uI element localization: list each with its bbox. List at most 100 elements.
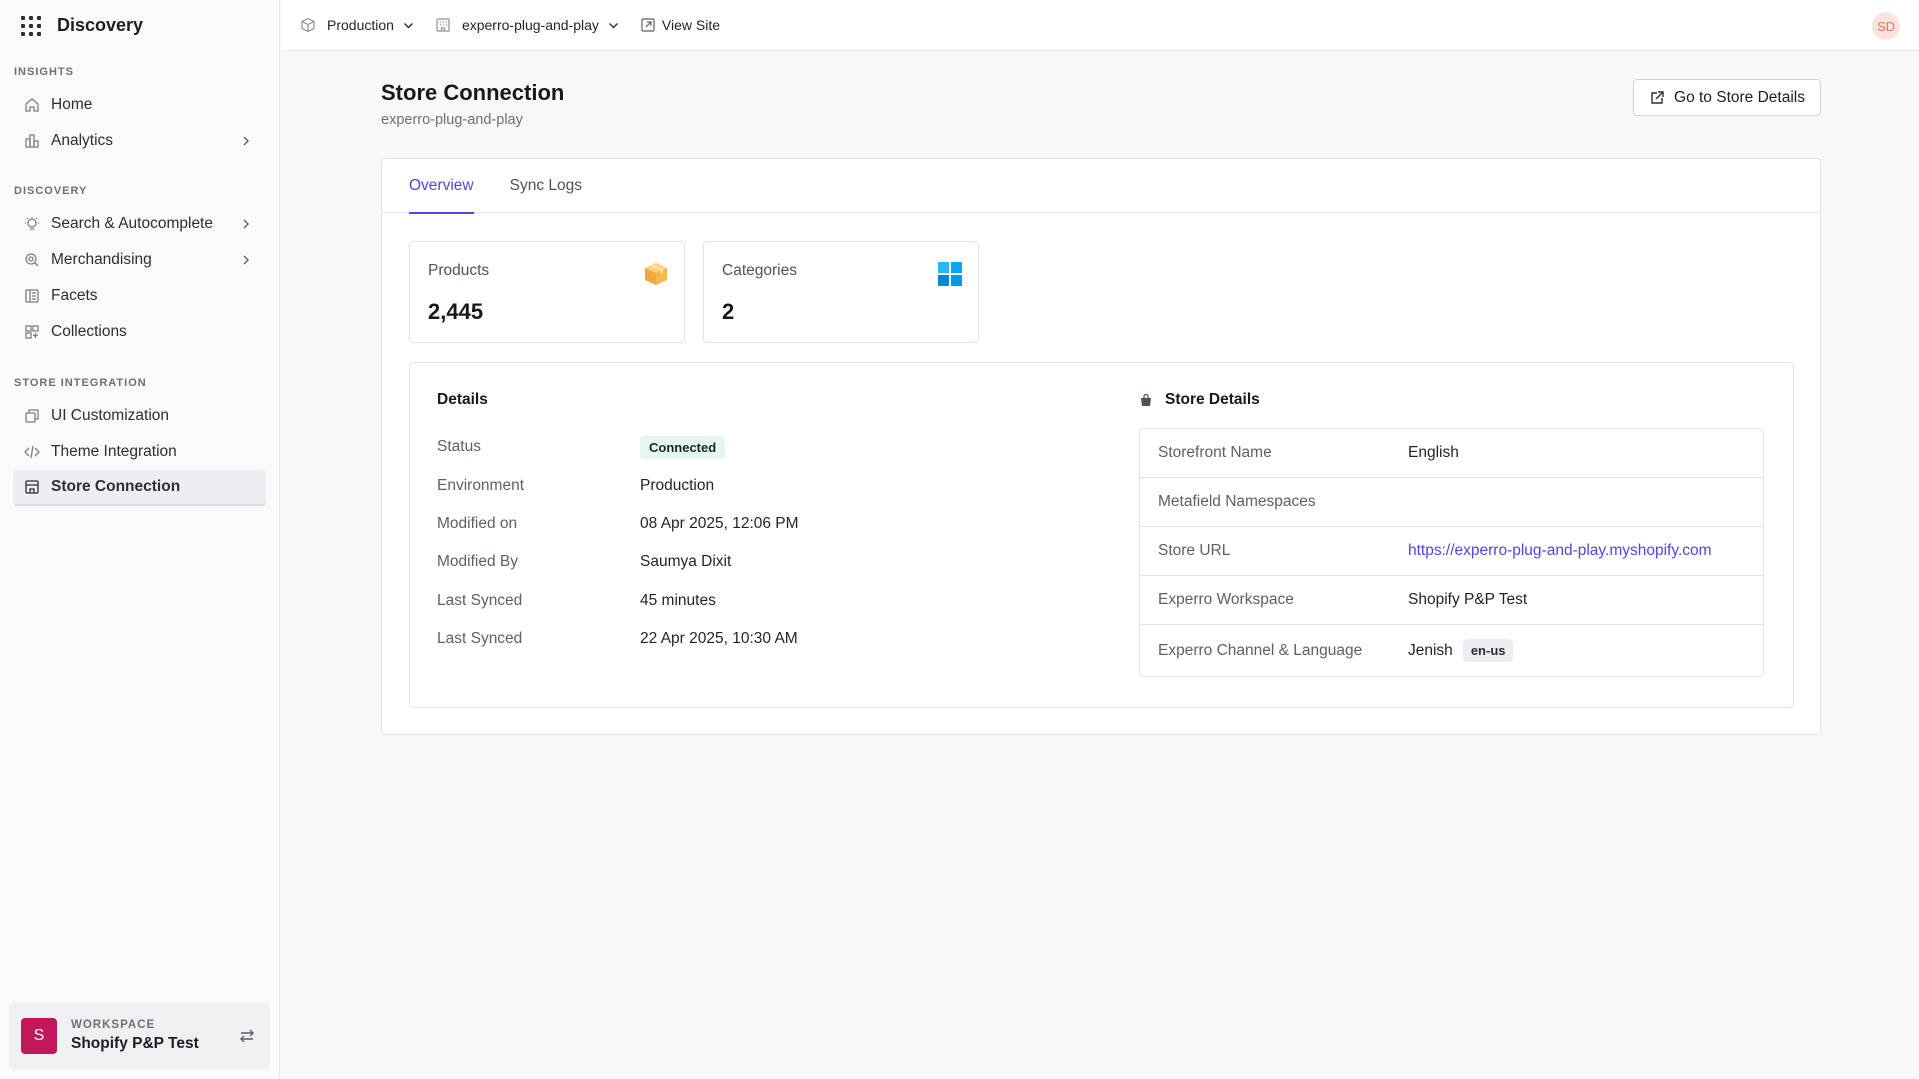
user-avatar[interactable]: SD — [1872, 12, 1900, 40]
detail-value: 08 Apr 2025, 12:06 PM — [640, 515, 799, 532]
home-icon — [24, 97, 40, 113]
store-detail-value: Jenish en-us — [1408, 639, 1514, 662]
sidebar-item-store-connection[interactable]: Store Connection — [13, 470, 266, 506]
chevron-down-icon — [607, 19, 620, 32]
view-site-link[interactable]: View Site — [640, 17, 720, 33]
stat-label: Products — [428, 262, 490, 279]
chevron-down-icon — [402, 19, 415, 32]
top-bar: Production experro-plug-and-play View Si… — [281, 0, 1919, 51]
app-title: Discovery — [57, 15, 144, 35]
customize-icon — [24, 408, 40, 424]
detail-value: 22 Apr 2025, 10:30 AM — [640, 630, 798, 647]
sidebar-item-label: Facets — [51, 287, 98, 304]
channel-name: Jenish — [1408, 641, 1453, 659]
sidebar-item-ui-customization[interactable]: UI Customization — [13, 398, 266, 434]
merch-icon — [24, 252, 40, 268]
detail-value: Production — [640, 477, 715, 494]
workspace-label: WORKSPACE — [71, 1019, 156, 1031]
box-icon — [642, 260, 670, 288]
status-badge: Connected — [640, 435, 726, 459]
app-launcher-icon[interactable] — [21, 15, 41, 36]
sidebar-item-label: Store Connection — [51, 478, 181, 495]
external-link-icon — [1649, 90, 1665, 106]
sidebar-item-collections[interactable]: Collections — [13, 314, 266, 350]
detail-value: 45 minutes — [640, 592, 716, 609]
view-site-label: View Site — [661, 17, 721, 33]
workspace-switcher[interactable]: S WORKSPACE Shopify P&P Test — [9, 1002, 270, 1070]
cube-icon — [300, 17, 316, 33]
stat-label: Categories — [722, 262, 797, 279]
store-detail-key: Storefront Name — [1158, 444, 1272, 461]
sidebar: Discovery INSIGHTS Home Analytics DISCOV… — [0, 0, 280, 1079]
building-icon — [435, 17, 451, 33]
store-detail-key: Experro Channel & Language — [1158, 641, 1363, 659]
bulb-icon — [24, 216, 40, 232]
workspace-name: Shopify P&P Test — [71, 1035, 199, 1052]
shopping-bag-icon — [1139, 393, 1153, 407]
store-detail-key: Metafield Namespaces — [1158, 493, 1316, 510]
sidebar-item-label: Analytics — [51, 132, 114, 149]
language-chip: en-us — [1462, 639, 1514, 662]
collections-icon — [24, 324, 40, 340]
sidebar-item-label: Theme Integration — [51, 443, 177, 460]
table-row: Metafield Namespaces — [1140, 478, 1763, 527]
section-title-store-integration: STORE INTEGRATION — [14, 377, 147, 389]
store-details-label: Store Details — [1165, 391, 1260, 408]
detail-key: Status — [437, 438, 481, 455]
detail-key: Modified on — [437, 515, 518, 532]
analytics-icon — [24, 133, 40, 149]
detail-row-modified-on: Modified on 08 Apr 2025, 12:06 PM — [437, 515, 799, 533]
environment-label: Production — [327, 17, 394, 33]
stat-value: 2 — [722, 299, 735, 324]
sidebar-item-label: Home — [51, 96, 93, 113]
detail-row-environment: Environment Production — [437, 477, 714, 495]
stat-card-categories: Categories 2 — [703, 241, 979, 343]
details-title: Details — [437, 391, 488, 408]
tab-sync-logs[interactable]: Sync Logs — [510, 159, 582, 213]
page-subtitle: experro-plug-and-play — [381, 112, 523, 128]
table-row: Store URL https://experro-plug-and-play.… — [1140, 527, 1763, 576]
sidebar-item-merchandising[interactable]: Merchandising — [13, 242, 266, 278]
detail-key: Last Synced — [437, 630, 523, 647]
grid-tiles-icon — [936, 260, 964, 288]
sidebar-item-theme-integration[interactable]: Theme Integration — [13, 434, 266, 470]
table-row: Experro Channel & Language Jenish en-us — [1140, 625, 1763, 676]
sidebar-item-label: Merchandising — [51, 251, 152, 268]
chevron-right-icon — [239, 134, 253, 148]
sidebar-item-search-autocomplete[interactable]: Search & Autocomplete — [13, 206, 266, 242]
table-row: Experro Workspace Shopify P&P Test — [1140, 576, 1763, 625]
store-icon — [24, 479, 40, 495]
main-panel: Overview Sync Logs Products 2,445 Catego… — [381, 158, 1821, 735]
page-title: Store Connection — [381, 80, 565, 105]
sidebar-item-analytics[interactable]: Analytics — [13, 123, 266, 159]
store-url-link[interactable]: https://experro-plug-and-play.myshopify.… — [1408, 542, 1712, 560]
store-details-title: Store Details — [1139, 391, 1260, 409]
sidebar-item-label: UI Customization — [51, 407, 170, 424]
site-selector[interactable]: experro-plug-and-play — [435, 17, 620, 33]
sidebar-item-label: Collections — [51, 323, 127, 340]
tab-overview[interactable]: Overview — [409, 159, 474, 214]
store-detail-value: Shopify P&P Test — [1408, 591, 1528, 608]
workspace-avatar: S — [21, 1018, 57, 1054]
chevron-right-icon — [239, 253, 253, 267]
detail-row-modified-by: Modified By Saumya Dixit — [437, 553, 731, 571]
stat-card-products: Products 2,445 — [409, 241, 685, 343]
switch-arrows-icon[interactable] — [238, 1027, 256, 1045]
store-detail-key: Store URL — [1158, 542, 1231, 559]
section-title-insights: INSIGHTS — [14, 66, 74, 78]
store-detail-key: Experro Workspace — [1158, 591, 1294, 608]
detail-row-last-synced-date: Last Synced 22 Apr 2025, 10:30 AM — [437, 630, 798, 648]
go-to-store-details-button[interactable]: Go to Store Details — [1633, 79, 1821, 116]
chevron-right-icon — [239, 217, 253, 231]
external-link-icon — [640, 17, 656, 33]
detail-key: Modified By — [437, 553, 518, 570]
store-detail-value: English — [1408, 444, 1459, 461]
sidebar-item-facets[interactable]: Facets — [13, 278, 266, 314]
section-title-discovery: DISCOVERY — [14, 185, 88, 197]
code-icon — [24, 444, 40, 460]
store-details-table: Storefront Name English Metafield Namesp… — [1139, 428, 1764, 677]
button-label: Go to Store Details — [1674, 88, 1805, 106]
environment-selector[interactable]: Production — [300, 17, 415, 33]
sidebar-item-home[interactable]: Home — [13, 87, 266, 123]
detail-key: Last Synced — [437, 592, 523, 609]
